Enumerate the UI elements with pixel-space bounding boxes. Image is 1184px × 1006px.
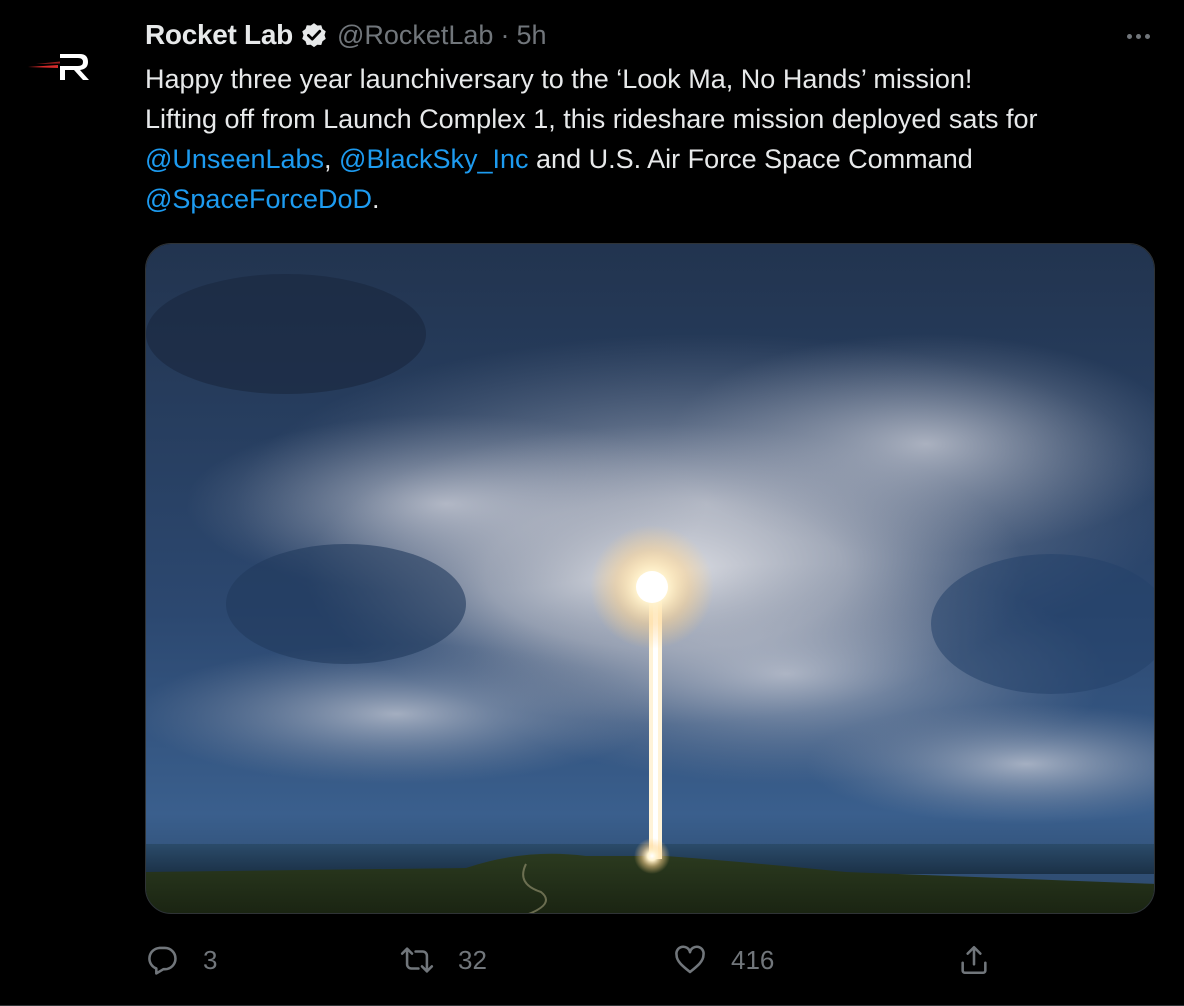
tweet-text-segment: . xyxy=(372,184,380,214)
separator-dot: · xyxy=(500,19,510,50)
share-button[interactable] xyxy=(957,936,991,984)
tweet-media-image[interactable] xyxy=(145,243,1155,914)
tweet-text: Happy three year launchiversary to the ‘… xyxy=(145,59,1160,219)
more-dot xyxy=(1135,33,1141,39)
rocket-lab-logo xyxy=(28,54,89,80)
reply-count: 3 xyxy=(203,944,218,975)
heart-icon xyxy=(675,945,705,974)
mention-unseenlabs[interactable]: @UnseenLabs xyxy=(145,144,324,174)
retweet-icon xyxy=(400,947,434,973)
share-icon xyxy=(961,945,987,975)
avatar[interactable] xyxy=(24,30,96,102)
more-options-icon[interactable] xyxy=(1118,22,1158,50)
mention-spaceforcedod[interactable]: @SpaceForceDoD xyxy=(145,184,372,214)
tweet-line: Happy three year launchiversary to the ‘… xyxy=(145,59,1160,99)
tweet-line: @UnseenLabs, @BlackSky_Inc and U.S. Air … xyxy=(145,139,1160,179)
verified-badge-icon xyxy=(302,23,326,48)
tweet-line: @SpaceForceDoD. xyxy=(145,179,1160,219)
tweet-text-segment: and U.S. Air Force Space Command xyxy=(528,144,973,174)
tweet-text-segment: Happy three year launchiversary to the ‘… xyxy=(145,64,973,94)
reply-icon xyxy=(148,946,177,975)
tweet-text-segment: Lifting off from Launch Complex 1, this … xyxy=(145,104,1038,134)
more-dot xyxy=(1126,33,1132,39)
like-count: 416 xyxy=(731,944,775,975)
timestamp[interactable]: 5h xyxy=(516,20,546,51)
tweet-header: Rocket Lab @RocketLab · 5h xyxy=(145,16,546,54)
retweet-count: 32 xyxy=(458,944,487,975)
mention-blacksky[interactable]: @BlackSky_Inc xyxy=(339,144,528,174)
reply-button[interactable]: 3 xyxy=(145,936,217,984)
tweet-line: Lifting off from Launch Complex 1, this … xyxy=(145,99,1160,139)
retweet-button[interactable]: 32 xyxy=(400,936,487,984)
tweet-text-segment: , xyxy=(324,144,340,174)
rocket-launch-photo xyxy=(146,244,1154,913)
display-name[interactable]: Rocket Lab xyxy=(145,19,293,51)
more-dot xyxy=(1144,33,1150,39)
handle[interactable]: @RocketLab xyxy=(337,20,494,51)
like-button[interactable]: 416 xyxy=(673,936,774,984)
tweet[interactable]: Rocket Lab @RocketLab · 5h Happy three y… xyxy=(0,0,1184,1006)
tweet-actions: 3 32 416 xyxy=(145,936,1155,984)
